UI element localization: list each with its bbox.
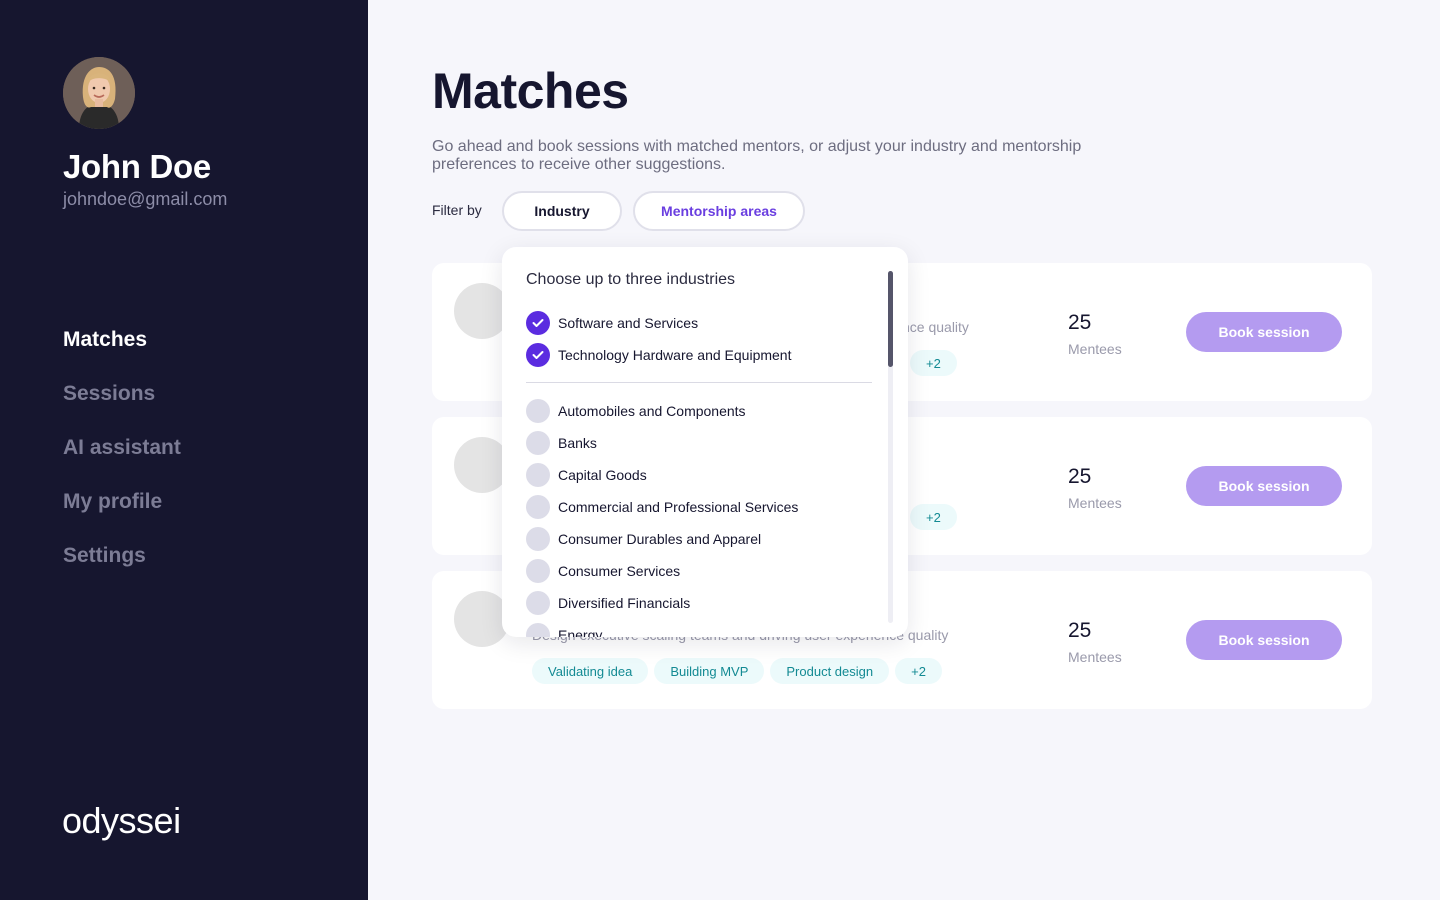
industry-option-label: Consumer Services xyxy=(558,563,681,579)
tag-more[interactable]: +2 xyxy=(910,350,957,376)
industry-option[interactable]: Consumer Services xyxy=(526,555,872,587)
book-session-button[interactable]: Book session xyxy=(1186,466,1342,506)
unchecked-icon[interactable] xyxy=(526,495,550,519)
user-avatar[interactable] xyxy=(63,57,135,129)
industry-option[interactable]: Banks xyxy=(526,427,872,459)
tag-more[interactable]: +2 xyxy=(895,658,942,684)
dropdown-title: Choose up to three industries xyxy=(526,271,736,288)
dropdown-scrollbar-thumb[interactable] xyxy=(888,271,893,367)
industry-option-label: Software and Services xyxy=(558,315,699,331)
sidebar-nav: Matches Sessions AI assistant My profile… xyxy=(63,328,181,598)
unchecked-icon[interactable] xyxy=(526,591,550,615)
mentorship-areas-filter-button[interactable]: Mentorship areas xyxy=(633,191,805,231)
industry-option-label: Commercial and Professional Services xyxy=(558,499,799,515)
tag-product-design[interactable]: Product design xyxy=(770,658,890,684)
sidebar-item-my-profile[interactable]: My profile xyxy=(63,490,181,544)
dropdown-divider xyxy=(526,382,872,383)
industry-option[interactable]: Capital Goods xyxy=(526,459,872,491)
user-name: John Doe xyxy=(63,148,211,185)
mentor-tags: Validating idea Building MVP Product des… xyxy=(532,658,942,684)
sidebar-item-ai-assistant[interactable]: AI assistant xyxy=(63,436,181,490)
industry-option[interactable]: Energy xyxy=(526,619,872,637)
mentee-count-label: Mentees xyxy=(1068,341,1122,357)
industry-option-label: Technology Hardware and Equipment xyxy=(558,347,792,363)
checked-icon[interactable] xyxy=(526,311,550,335)
unchecked-icon[interactable] xyxy=(526,527,550,551)
industry-filter-button[interactable]: Industry xyxy=(502,191,622,231)
industry-option-label: Consumer Durables and Apparel xyxy=(558,531,762,547)
industry-option-label: Automobiles and Components xyxy=(558,403,746,419)
industry-option-label: Banks xyxy=(558,435,597,451)
book-session-button[interactable]: Book session xyxy=(1186,620,1342,660)
page-title: Matches xyxy=(432,63,629,119)
industry-option-label: Capital Goods xyxy=(558,467,647,483)
tag-more[interactable]: +2 xyxy=(910,504,957,530)
odyssei-logo: odyssei xyxy=(62,800,181,841)
user-email: johndoe@gmail.com xyxy=(63,189,228,209)
industry-option-selected[interactable]: Software and Services xyxy=(526,307,872,339)
book-session-button[interactable]: Book session xyxy=(1186,312,1342,352)
unchecked-icon[interactable] xyxy=(526,559,550,583)
tag-validating-idea[interactable]: Validating idea xyxy=(532,658,649,684)
unchecked-icon[interactable] xyxy=(526,463,550,487)
mentee-count: 25 xyxy=(1068,619,1092,642)
mentor-description: nce quality xyxy=(902,319,969,335)
industry-option-label: Diversified Financials xyxy=(558,595,691,611)
unchecked-icon[interactable] xyxy=(526,431,550,455)
mentor-tags: +2 xyxy=(910,350,957,376)
filter-label: Filter by xyxy=(432,202,482,218)
sidebar-item-sessions[interactable]: Sessions xyxy=(63,382,181,436)
sidebar: John Doe johndoe@gmail.com Matches Sessi… xyxy=(0,0,368,900)
industry-option-label: Energy xyxy=(558,627,603,637)
industry-option[interactable]: Consumer Durables and Apparel xyxy=(526,523,872,555)
industry-option-selected[interactable]: Technology Hardware and Equipment xyxy=(526,339,872,371)
industry-option[interactable]: Diversified Financials xyxy=(526,587,872,619)
user-photo-icon xyxy=(63,57,135,129)
mentee-count-label: Mentees xyxy=(1068,495,1122,511)
mentee-count: 25 xyxy=(1068,311,1092,334)
industry-dropdown: Choose up to three industries Software a… xyxy=(502,247,908,637)
industry-option[interactable]: Automobiles and Components xyxy=(526,395,872,427)
unchecked-icon[interactable] xyxy=(526,399,550,423)
tag-building-mvp[interactable]: Building MVP xyxy=(654,658,765,684)
sidebar-item-matches[interactable]: Matches xyxy=(63,328,181,382)
industry-options-list: Software and Services Technology Hardwar… xyxy=(526,307,872,637)
mentor-tags: +2 xyxy=(910,504,957,530)
page-description: Go ahead and book sessions with matched … xyxy=(432,138,1082,173)
sidebar-item-settings[interactable]: Settings xyxy=(63,544,181,598)
mentee-count: 25 xyxy=(1068,465,1092,488)
checked-icon[interactable] xyxy=(526,343,550,367)
industry-option[interactable]: Commercial and Professional Services xyxy=(526,491,872,523)
unchecked-icon[interactable] xyxy=(526,623,550,637)
mentee-count-label: Mentees xyxy=(1068,649,1122,665)
